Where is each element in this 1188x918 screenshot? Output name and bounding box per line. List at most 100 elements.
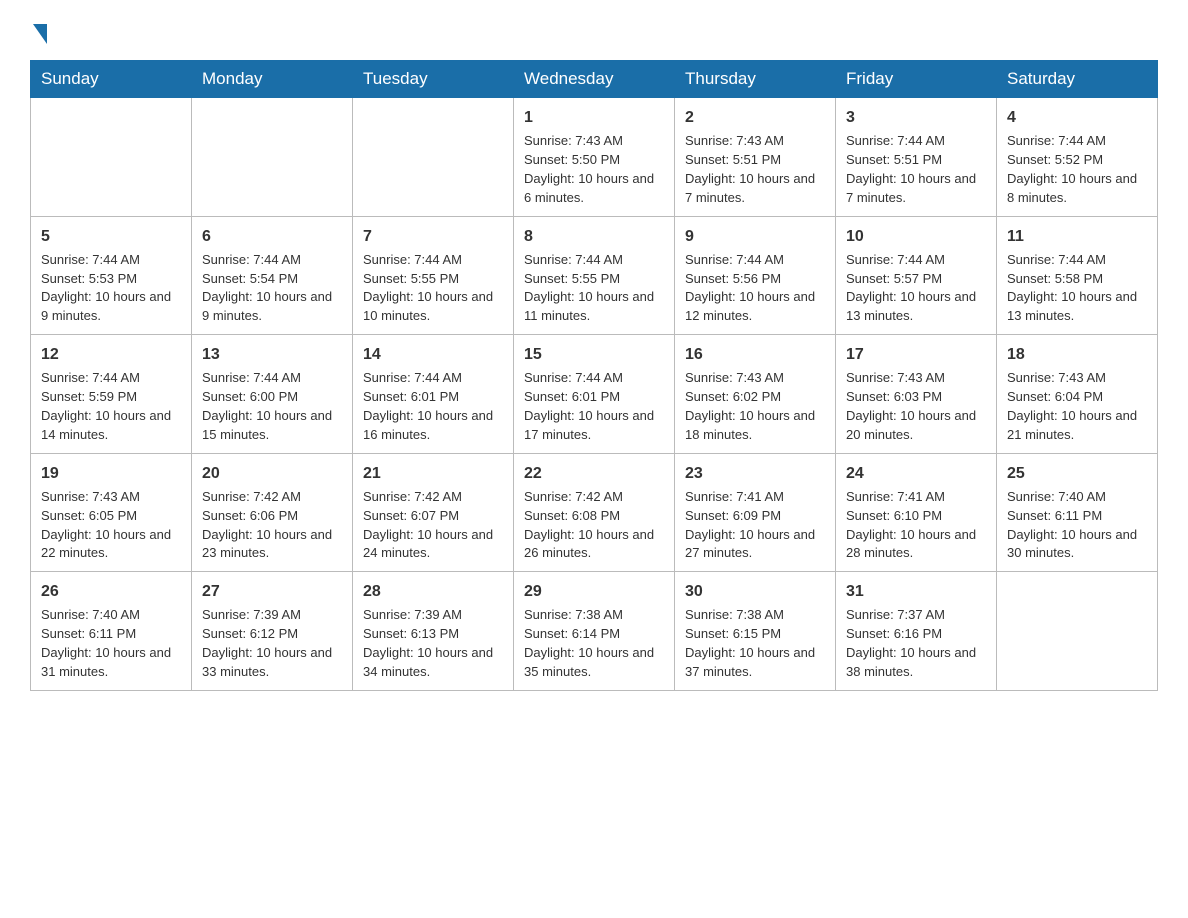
day-info-text: Daylight: 10 hours and 13 minutes. (1007, 288, 1147, 326)
day-info-text: Daylight: 10 hours and 26 minutes. (524, 526, 664, 564)
day-info-text: Sunrise: 7:44 AM (524, 369, 664, 388)
calendar-cell: 21Sunrise: 7:42 AMSunset: 6:07 PMDayligh… (353, 453, 514, 572)
day-info-text: Sunrise: 7:43 AM (1007, 369, 1147, 388)
day-info-text: Daylight: 10 hours and 13 minutes. (846, 288, 986, 326)
day-number: 19 (41, 462, 181, 485)
calendar-cell (353, 98, 514, 217)
day-info-text: Sunrise: 7:39 AM (202, 606, 342, 625)
day-info-text: Sunrise: 7:42 AM (202, 488, 342, 507)
column-header-sunday: Sunday (31, 61, 192, 98)
calendar-cell: 7Sunrise: 7:44 AMSunset: 5:55 PMDaylight… (353, 216, 514, 335)
day-info-text: Sunset: 5:51 PM (685, 151, 825, 170)
day-number: 20 (202, 462, 342, 485)
day-info-text: Daylight: 10 hours and 28 minutes. (846, 526, 986, 564)
day-info-text: Daylight: 10 hours and 20 minutes. (846, 407, 986, 445)
day-info-text: Sunset: 6:03 PM (846, 388, 986, 407)
day-info-text: Sunset: 5:59 PM (41, 388, 181, 407)
day-info-text: Daylight: 10 hours and 30 minutes. (1007, 526, 1147, 564)
day-number: 9 (685, 225, 825, 248)
day-info-text: Sunrise: 7:44 AM (41, 251, 181, 270)
day-info-text: Daylight: 10 hours and 6 minutes. (524, 170, 664, 208)
calendar-cell: 26Sunrise: 7:40 AMSunset: 6:11 PMDayligh… (31, 572, 192, 691)
calendar-cell: 16Sunrise: 7:43 AMSunset: 6:02 PMDayligh… (675, 335, 836, 454)
calendar-cell: 31Sunrise: 7:37 AMSunset: 6:16 PMDayligh… (836, 572, 997, 691)
day-info-text: Sunset: 6:11 PM (1007, 507, 1147, 526)
day-info-text: Sunrise: 7:44 AM (202, 369, 342, 388)
day-info-text: Daylight: 10 hours and 27 minutes. (685, 526, 825, 564)
day-info-text: Daylight: 10 hours and 22 minutes. (41, 526, 181, 564)
day-info-text: Daylight: 10 hours and 34 minutes. (363, 644, 503, 682)
calendar-cell: 3Sunrise: 7:44 AMSunset: 5:51 PMDaylight… (836, 98, 997, 217)
calendar-header-row: SundayMondayTuesdayWednesdayThursdayFrid… (31, 61, 1158, 98)
day-info-text: Sunset: 5:50 PM (524, 151, 664, 170)
week-row-2: 5Sunrise: 7:44 AMSunset: 5:53 PMDaylight… (31, 216, 1158, 335)
calendar-cell: 1Sunrise: 7:43 AMSunset: 5:50 PMDaylight… (514, 98, 675, 217)
day-info-text: Daylight: 10 hours and 7 minutes. (685, 170, 825, 208)
day-info-text: Sunset: 6:02 PM (685, 388, 825, 407)
day-info-text: Sunrise: 7:43 AM (685, 132, 825, 151)
day-info-text: Sunset: 6:15 PM (685, 625, 825, 644)
day-info-text: Sunset: 5:55 PM (363, 270, 503, 289)
calendar-cell: 14Sunrise: 7:44 AMSunset: 6:01 PMDayligh… (353, 335, 514, 454)
day-number: 10 (846, 225, 986, 248)
page-header (30, 20, 1158, 40)
day-info-text: Daylight: 10 hours and 15 minutes. (202, 407, 342, 445)
calendar-cell: 10Sunrise: 7:44 AMSunset: 5:57 PMDayligh… (836, 216, 997, 335)
day-info-text: Sunrise: 7:44 AM (685, 251, 825, 270)
day-number: 5 (41, 225, 181, 248)
column-header-friday: Friday (836, 61, 997, 98)
day-info-text: Sunrise: 7:40 AM (41, 606, 181, 625)
calendar-cell: 2Sunrise: 7:43 AMSunset: 5:51 PMDaylight… (675, 98, 836, 217)
day-info-text: Daylight: 10 hours and 7 minutes. (846, 170, 986, 208)
day-info-text: Sunrise: 7:43 AM (846, 369, 986, 388)
week-row-1: 1Sunrise: 7:43 AMSunset: 5:50 PMDaylight… (31, 98, 1158, 217)
day-info-text: Sunset: 6:01 PM (363, 388, 503, 407)
day-info-text: Sunrise: 7:38 AM (524, 606, 664, 625)
calendar-cell: 15Sunrise: 7:44 AMSunset: 6:01 PMDayligh… (514, 335, 675, 454)
day-info-text: Sunrise: 7:43 AM (685, 369, 825, 388)
calendar-cell: 9Sunrise: 7:44 AMSunset: 5:56 PMDaylight… (675, 216, 836, 335)
day-number: 18 (1007, 343, 1147, 366)
day-info-text: Sunrise: 7:44 AM (846, 132, 986, 151)
day-info-text: Sunset: 6:04 PM (1007, 388, 1147, 407)
calendar-cell (31, 98, 192, 217)
day-info-text: Sunrise: 7:38 AM (685, 606, 825, 625)
day-info-text: Sunset: 5:55 PM (524, 270, 664, 289)
day-info-text: Sunset: 6:09 PM (685, 507, 825, 526)
calendar-cell: 24Sunrise: 7:41 AMSunset: 6:10 PMDayligh… (836, 453, 997, 572)
day-info-text: Sunset: 5:54 PM (202, 270, 342, 289)
day-info-text: Sunrise: 7:42 AM (363, 488, 503, 507)
day-number: 22 (524, 462, 664, 485)
day-info-text: Sunset: 6:08 PM (524, 507, 664, 526)
calendar-cell: 17Sunrise: 7:43 AMSunset: 6:03 PMDayligh… (836, 335, 997, 454)
day-number: 4 (1007, 106, 1147, 129)
day-info-text: Daylight: 10 hours and 21 minutes. (1007, 407, 1147, 445)
logo (30, 20, 47, 40)
day-info-text: Sunset: 6:12 PM (202, 625, 342, 644)
column-header-monday: Monday (192, 61, 353, 98)
week-row-4: 19Sunrise: 7:43 AMSunset: 6:05 PMDayligh… (31, 453, 1158, 572)
day-info-text: Sunrise: 7:43 AM (524, 132, 664, 151)
week-row-3: 12Sunrise: 7:44 AMSunset: 5:59 PMDayligh… (31, 335, 1158, 454)
calendar-cell: 28Sunrise: 7:39 AMSunset: 6:13 PMDayligh… (353, 572, 514, 691)
column-header-saturday: Saturday (997, 61, 1158, 98)
day-info-text: Daylight: 10 hours and 10 minutes. (363, 288, 503, 326)
day-number: 8 (524, 225, 664, 248)
day-info-text: Sunrise: 7:44 AM (1007, 132, 1147, 151)
calendar-cell: 8Sunrise: 7:44 AMSunset: 5:55 PMDaylight… (514, 216, 675, 335)
day-info-text: Daylight: 10 hours and 11 minutes. (524, 288, 664, 326)
day-info-text: Sunrise: 7:41 AM (685, 488, 825, 507)
day-info-text: Sunset: 5:52 PM (1007, 151, 1147, 170)
calendar-cell: 11Sunrise: 7:44 AMSunset: 5:58 PMDayligh… (997, 216, 1158, 335)
day-info-text: Daylight: 10 hours and 33 minutes. (202, 644, 342, 682)
day-number: 21 (363, 462, 503, 485)
day-number: 24 (846, 462, 986, 485)
day-info-text: Sunset: 6:10 PM (846, 507, 986, 526)
calendar-cell: 29Sunrise: 7:38 AMSunset: 6:14 PMDayligh… (514, 572, 675, 691)
day-info-text: Sunrise: 7:44 AM (41, 369, 181, 388)
day-number: 26 (41, 580, 181, 603)
day-info-text: Sunset: 5:51 PM (846, 151, 986, 170)
day-info-text: Daylight: 10 hours and 31 minutes. (41, 644, 181, 682)
calendar-cell: 13Sunrise: 7:44 AMSunset: 6:00 PMDayligh… (192, 335, 353, 454)
column-header-tuesday: Tuesday (353, 61, 514, 98)
